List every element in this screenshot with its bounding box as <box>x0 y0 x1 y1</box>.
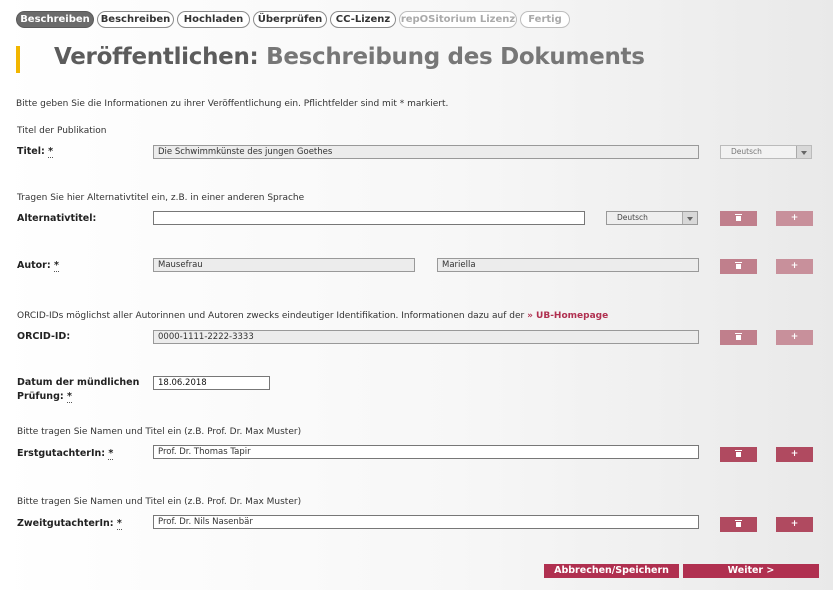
trash-icon <box>735 333 742 340</box>
alternativtitel-label: Alternativtitel: <box>17 213 97 224</box>
datum-label-line1: Datum der mündlichen <box>17 377 140 388</box>
zweitgutachter-hint: Bitte tragen Sie Namen und Titel ein (z.… <box>17 497 302 507</box>
tab-cc-lizenz[interactable]: CC-Lizenz <box>330 11 396 28</box>
tab-repositorium-lizenz: repOSitorium Lizenz <box>399 11 517 28</box>
erstgutachter-label: ErstgutachterIn: * <box>17 448 114 460</box>
erstgutachter-hint: Bitte tragen Sie Namen und Titel ein (z.… <box>17 427 302 437</box>
datum-input[interactable]: 18.06.2018 <box>153 376 270 390</box>
cancel-save-button[interactable]: Abbrechen/Speichern <box>544 564 679 578</box>
autor-lastname-input[interactable]: Mausefrau <box>153 258 415 272</box>
trash-icon <box>735 214 742 221</box>
alternativtitel-language-select[interactable]: Deutsch <box>606 211 698 225</box>
alternativtitel-add-button[interactable]: + <box>776 211 813 226</box>
trash-icon <box>735 262 742 269</box>
erstgutachter-delete-button[interactable] <box>720 447 757 462</box>
orcid-label: ORCID-ID: <box>17 331 71 342</box>
ub-homepage-link[interactable]: » UB-Homepage <box>527 311 608 321</box>
alternativtitel-hint: Tragen Sie hier Alternativtitel ein, z.B… <box>17 193 305 203</box>
titel-input[interactable]: Die Schwimmkünste des jungen Goethes <box>153 145 699 159</box>
autor-label: Autor: * <box>17 260 59 272</box>
zweitgutachter-delete-button[interactable] <box>720 517 757 532</box>
tab-beschreiben-active[interactable]: Beschreiben <box>16 11 94 28</box>
title-accent-bar <box>16 46 20 73</box>
chevron-down-icon <box>796 146 811 158</box>
autor-delete-button[interactable] <box>720 259 757 274</box>
autor-firstname-input[interactable]: Mariella <box>437 258 699 272</box>
tab-beschreiben[interactable]: Beschreiben <box>97 11 174 28</box>
erstgutachter-add-button[interactable]: + <box>776 447 813 462</box>
orcid-delete-button[interactable] <box>720 330 757 345</box>
zweitgutachter-add-button[interactable]: + <box>776 517 813 532</box>
titel-label: Titel: * <box>17 146 54 158</box>
titel-language-select[interactable]: Deutsch <box>720 145 812 159</box>
tab-fertig: Fertig <box>520 11 570 28</box>
page-title: Veröffentlichen: Beschreibung des Dokume… <box>54 44 645 70</box>
orcid-add-button[interactable]: + <box>776 330 813 345</box>
orcid-input[interactable]: 0000-1111-2222-3333 <box>153 330 699 344</box>
intro-text: Bitte geben Sie die Informationen zu ihr… <box>16 99 449 109</box>
zweitgutachter-label: ZweitgutachterIn: * <box>17 518 122 530</box>
datum-label-line2: Prüfung: * <box>17 391 72 403</box>
alternativtitel-input[interactable] <box>153 211 585 225</box>
trash-icon <box>735 450 742 457</box>
orcid-hint: ORCID-IDs möglichst aller Autorinnen und… <box>17 311 609 321</box>
alternativtitel-delete-button[interactable] <box>720 211 757 226</box>
zweitgutachter-input[interactable]: Prof. Dr. Nils Nasenbär <box>153 515 699 529</box>
chevron-down-icon <box>682 212 697 224</box>
tab-hochladen[interactable]: Hochladen <box>177 11 250 28</box>
next-button[interactable]: Weiter > <box>683 564 819 578</box>
titel-hint: Titel der Publikation <box>17 126 107 136</box>
tab-ueberpruefen[interactable]: Überprüfen <box>253 11 327 28</box>
erstgutachter-input[interactable]: Prof. Dr. Thomas Tapir <box>153 445 699 459</box>
trash-icon <box>735 520 742 527</box>
autor-add-button[interactable]: + <box>776 259 813 274</box>
